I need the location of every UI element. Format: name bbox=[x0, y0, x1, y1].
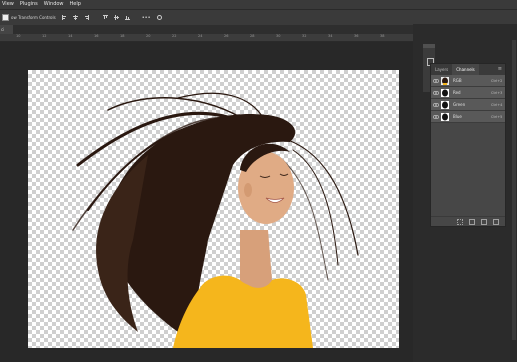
eye-icon[interactable] bbox=[433, 114, 439, 119]
ruler-label: 36 bbox=[354, 34, 359, 38]
work-area bbox=[0, 42, 413, 362]
channel-thumbnail bbox=[441, 100, 449, 109]
align-center-icon[interactable] bbox=[72, 15, 78, 20]
document-canvas[interactable] bbox=[28, 70, 399, 348]
more-options-button[interactable]: ••• bbox=[142, 15, 151, 21]
eye-icon[interactable] bbox=[433, 90, 439, 95]
ruler-label: 16 bbox=[94, 34, 99, 38]
align-middle-icon[interactable] bbox=[113, 15, 119, 20]
channel-shortcut: Ctrl+3 bbox=[491, 90, 503, 95]
tab-channels[interactable]: Channels bbox=[452, 64, 479, 75]
channel-shortcut: Ctrl+4 bbox=[491, 102, 503, 107]
document-tab-label: ci bbox=[1, 27, 5, 32]
new-channel-icon[interactable] bbox=[481, 218, 487, 225]
channel-name: Green bbox=[453, 102, 466, 107]
eye-icon[interactable] bbox=[433, 78, 439, 83]
show-transform-controls-checkbox[interactable] bbox=[2, 14, 9, 21]
ruler-label: 28 bbox=[250, 34, 255, 38]
channels-panel: Layers Channels ≡ RGB Ctrl+2 Red Ctrl+3 … bbox=[430, 63, 506, 227]
ruler-label: 38 bbox=[380, 34, 385, 38]
trash-icon[interactable] bbox=[493, 218, 499, 225]
menu-window[interactable]: Window bbox=[44, 0, 64, 9]
eye-icon[interactable] bbox=[433, 102, 439, 107]
ruler-label: 26 bbox=[224, 34, 229, 38]
align-top-icon[interactable] bbox=[102, 15, 108, 20]
channel-name: Blue bbox=[453, 114, 462, 119]
ruler-label: 10 bbox=[16, 34, 21, 38]
ruler-label: 20 bbox=[146, 34, 151, 38]
panel-grip[interactable] bbox=[423, 44, 435, 48]
channel-row-rgb[interactable]: RGB Ctrl+2 bbox=[431, 75, 505, 87]
panel-footer bbox=[431, 216, 505, 226]
ruler-label: 24 bbox=[198, 34, 203, 38]
channel-shortcut: Ctrl+2 bbox=[491, 78, 503, 83]
portrait-image bbox=[72, 92, 359, 348]
document-tab[interactable]: ci bbox=[0, 25, 13, 34]
channel-thumbnail bbox=[441, 88, 449, 97]
menu-help[interactable]: Help bbox=[70, 0, 81, 9]
panel-menu-icon[interactable]: ≡ bbox=[498, 64, 502, 75]
menu-view[interactable]: View bbox=[2, 0, 14, 9]
load-selection-icon[interactable] bbox=[457, 218, 463, 225]
channel-row-red[interactable]: Red Ctrl+3 bbox=[431, 87, 505, 99]
show-transform-controls-label: ow Transform Controls bbox=[11, 15, 56, 20]
ruler-label: 18 bbox=[120, 34, 125, 38]
tab-layers[interactable]: Layers bbox=[431, 64, 452, 75]
align-left-icon[interactable] bbox=[61, 15, 67, 20]
ruler-label: 22 bbox=[172, 34, 177, 38]
align-right-icon[interactable] bbox=[84, 15, 89, 20]
channel-thumbnail bbox=[441, 76, 449, 85]
channel-thumbnail bbox=[441, 112, 449, 121]
align-bottom-icon[interactable] bbox=[124, 15, 130, 20]
panel-tabs: Layers Channels ≡ bbox=[431, 64, 505, 75]
menu-plugins[interactable]: Plugins bbox=[20, 0, 38, 9]
vertical-scrollbar[interactable] bbox=[512, 40, 516, 340]
ruler-label: 30 bbox=[276, 34, 281, 38]
ruler-label: 32 bbox=[302, 34, 307, 38]
channel-name: Red bbox=[453, 90, 461, 95]
channel-name: RGB bbox=[453, 78, 462, 83]
horizontal-ruler: 10 12 14 16 18 20 22 24 26 28 30 32 34 3… bbox=[0, 34, 413, 42]
ruler-label: 12 bbox=[42, 34, 47, 38]
menu-bar: View Plugins Window Help bbox=[0, 0, 517, 9]
channel-shortcut: Ctrl+5 bbox=[491, 114, 503, 119]
ruler-label: 34 bbox=[328, 34, 333, 38]
channel-row-blue[interactable]: Blue Ctrl+5 bbox=[431, 111, 505, 123]
channel-row-green[interactable]: Green Ctrl+4 bbox=[431, 99, 505, 111]
save-selection-icon[interactable] bbox=[469, 218, 475, 225]
ruler-label: 14 bbox=[68, 34, 73, 38]
settings-gear-icon[interactable] bbox=[156, 14, 162, 21]
